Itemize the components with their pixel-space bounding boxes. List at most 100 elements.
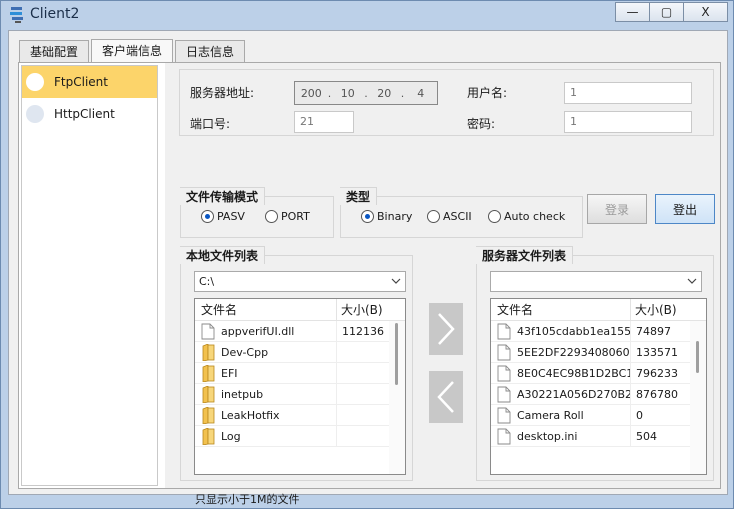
local-col-size[interactable]: 大小(B) (337, 299, 383, 320)
server-config-group: 服务器地址: 200. 10. 20. 4 端口号: 21 用户名: 1 密码:… (179, 69, 714, 136)
file-name: A30221A056D270B2... (517, 387, 631, 401)
chevron-left-icon (437, 381, 454, 413)
radio-ascii[interactable]: ASCII (427, 210, 472, 223)
local-rows: appverifUI.dll 112136 Dev-Cpp EFI inetpub Lea… (195, 320, 405, 447)
file-name-cell: Camera Roll (491, 404, 631, 426)
radio-indicator (201, 210, 214, 223)
radio-indicator (488, 210, 501, 223)
folder-icon (202, 343, 215, 361)
table-row[interactable]: inetpub (195, 383, 405, 405)
tab-log-info[interactable]: 日志信息 (175, 40, 246, 63)
file-name-cell: appverifUI.dll (195, 320, 337, 342)
file-name-cell: inetpub (195, 383, 337, 405)
file-name-cell: 43f105cdabb1ea155... (491, 320, 631, 342)
server-file-list[interactable]: 文件名 大小(B) 43f105cdabb1ea155... 74897 5EE2D… (490, 298, 707, 475)
file-name: Log (221, 429, 241, 443)
file-icon (497, 344, 511, 360)
server-col-size[interactable]: 大小(B) (631, 299, 677, 320)
server-files-title: 服务器文件列表 (476, 246, 574, 264)
close-button[interactable]: X (683, 2, 728, 22)
file-name: LeakHotfix (221, 408, 280, 422)
table-row[interactable]: 43f105cdabb1ea155... 74897 (491, 320, 706, 342)
file-icon (497, 428, 511, 444)
file-name-cell: 5EE2DF2293408060... (491, 341, 631, 363)
local-scrollbar[interactable] (389, 321, 405, 474)
upload-button[interactable] (429, 303, 463, 355)
folder-icon (202, 427, 215, 445)
minimize-button[interactable]: — (615, 2, 650, 22)
download-button[interactable] (429, 371, 463, 423)
server-ip-input[interactable]: 200. 10. 20. 4 (294, 81, 438, 105)
file-name-cell: A30221A056D270B2... (491, 383, 631, 405)
password-input[interactable]: 1 (564, 111, 692, 133)
type-group: 类型 Binary ASCII Auto check (340, 187, 583, 238)
file-name: 8E0C4EC98B1D2BC1... (517, 366, 630, 380)
sidebar-item-ftpclient[interactable]: FtpClient (22, 66, 157, 98)
window-title: Client2 (30, 6, 80, 22)
table-row[interactable]: 5EE2DF2293408060... 133571 (491, 341, 706, 363)
radio-pasv[interactable]: PASV (201, 210, 245, 223)
sidebar-item-httpclient[interactable]: HttpClient (22, 98, 157, 130)
folder-icon (202, 364, 215, 382)
table-row[interactable]: desktop.ini 504 (491, 425, 706, 447)
radio-label: ASCII (443, 210, 472, 223)
local-path-value: C:\ (199, 275, 215, 288)
sidebar-item-label: FtpClient (54, 75, 108, 89)
transfer-mode-group: 文件传输模式 PASV PORT (180, 187, 334, 238)
maximize-button[interactable]: ▢ (649, 2, 684, 22)
table-row[interactable]: Log (195, 425, 405, 447)
file-size-cell: 876780 (636, 387, 678, 401)
file-icon (201, 323, 215, 339)
local-col-name[interactable]: 文件名 (195, 299, 337, 320)
sidebar-item-label: HttpClient (54, 107, 115, 121)
port-input[interactable]: 21 (294, 111, 354, 133)
radio-port[interactable]: PORT (265, 210, 310, 223)
client-area: 基础配置 客户端信息 日志信息 FtpClient HttpClient 服务器… (8, 30, 728, 506)
file-size-cell: 0 (636, 408, 643, 422)
client-type-list: FtpClient HttpClient (21, 65, 158, 486)
logout-button[interactable]: 登出 (655, 194, 715, 224)
server-scrollbar[interactable] (690, 321, 706, 474)
table-row[interactable]: Camera Roll 0 (491, 404, 706, 426)
login-button[interactable]: 登录 (587, 194, 647, 224)
http-client-icon (26, 105, 44, 123)
server-col-name[interactable]: 文件名 (491, 299, 631, 320)
ip-octet-2: 10 (340, 86, 355, 100)
chevron-down-icon (687, 278, 697, 284)
local-list-header: 文件名 大小(B) (195, 299, 405, 321)
server-path-select[interactable] (490, 271, 702, 292)
tab-basic-config[interactable]: 基础配置 (19, 40, 90, 63)
radio-indicator (361, 210, 374, 223)
tab-client-info[interactable]: 客户端信息 (91, 39, 174, 64)
username-input[interactable]: 1 (564, 82, 692, 104)
ftp-client-icon (26, 73, 44, 91)
ftp-client-panel: 服务器地址: 200. 10. 20. 4 端口号: 21 用户名: 1 密码:… (165, 63, 720, 506)
table-row[interactable]: Dev-Cpp (195, 341, 405, 363)
table-row[interactable]: EFI (195, 362, 405, 384)
server-list-header: 文件名 大小(B) (491, 299, 706, 321)
file-name: appverifUI.dll (221, 324, 295, 338)
radio-binary[interactable]: Binary (361, 210, 412, 223)
local-scroll-thumb[interactable] (395, 323, 398, 385)
table-row[interactable]: appverifUI.dll 112136 (195, 320, 405, 342)
file-name: desktop.ini (517, 429, 578, 443)
file-name: 5EE2DF2293408060... (517, 345, 631, 359)
table-row[interactable]: A30221A056D270B2... 876780 (491, 383, 706, 405)
radio-auto-check[interactable]: Auto check (488, 210, 565, 223)
file-name-cell: LeakHotfix (195, 404, 337, 426)
file-name-cell: 8E0C4EC98B1D2BC1... (491, 362, 631, 384)
file-name-cell: Dev-Cpp (195, 341, 337, 363)
local-path-select[interactable]: C:\ (194, 271, 406, 292)
title-bar[interactable]: Client2 — ▢ X (1, 1, 733, 29)
file-size-cell: 112136 (342, 324, 384, 338)
table-row[interactable]: LeakHotfix (195, 404, 405, 426)
server-rows: 43f105cdabb1ea155... 74897 5EE2DF229340806… (491, 320, 706, 447)
ip-octet-3: 20 (377, 86, 392, 100)
local-file-list[interactable]: 文件名 大小(B) appverifUI.dll 112136 Dev-Cpp EFI… (194, 298, 406, 475)
port-label: 端口号: (190, 117, 231, 131)
server-scroll-thumb[interactable] (696, 341, 699, 373)
radio-indicator (265, 210, 278, 223)
folder-icon (202, 385, 215, 403)
server-files-group: 服务器文件列表 文件名 大小(B) 43f105cdabb1ea155... 74… (476, 246, 714, 481)
table-row[interactable]: 8E0C4EC98B1D2BC1... 796233 (491, 362, 706, 384)
